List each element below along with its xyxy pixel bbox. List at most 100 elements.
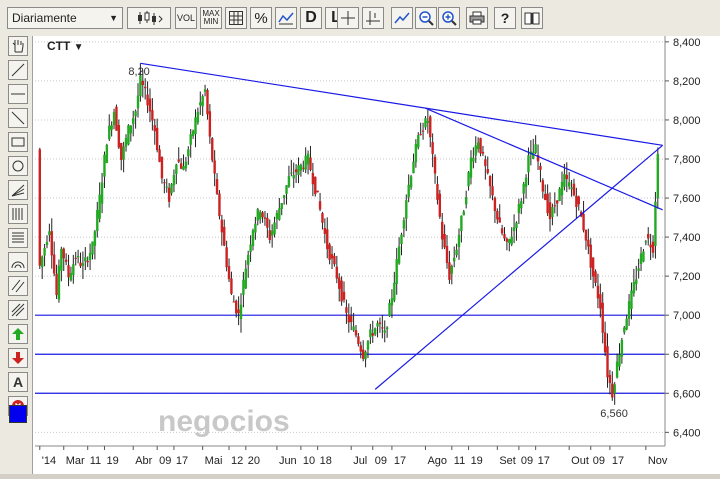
candle-body [184, 161, 188, 169]
candle-body [405, 200, 408, 219]
candle-body [223, 226, 226, 246]
candle-body [366, 341, 370, 350]
down-arrow-tool-button[interactable] [8, 348, 28, 368]
candle-body [270, 230, 274, 236]
candlestick-chart-button[interactable] [127, 7, 171, 29]
candle-body [510, 236, 513, 245]
parallel-tool-button[interactable] [8, 300, 28, 320]
candle-body [603, 332, 607, 353]
candle-body [43, 247, 46, 256]
candle-body [326, 229, 329, 250]
horizontal-line-icon [11, 93, 25, 95]
candle-body [268, 230, 271, 241]
arc-tool-button[interactable] [8, 252, 28, 272]
rectangle-tool-button[interactable] [8, 132, 28, 152]
book-button[interactable] [521, 7, 543, 29]
fan-tool-button[interactable] [8, 180, 28, 200]
candle-body [524, 177, 528, 187]
candle-body [76, 255, 80, 258]
x-tick-label: 11 [454, 455, 465, 467]
candle-body [630, 290, 633, 309]
candle-body [390, 298, 394, 306]
candle-body [402, 220, 406, 229]
color-picker-button[interactable] [8, 404, 28, 424]
candle-body [551, 207, 554, 218]
y-axis: 8,400 8,200 8,000 7,800 7,600 7,400 7,200 7,000… [664, 36, 720, 474]
candle-body [429, 116, 432, 138]
candle-body [158, 149, 161, 162]
circle-tool-button[interactable] [8, 156, 28, 176]
candle-body [333, 256, 336, 265]
trend-icon [394, 12, 410, 24]
candle-body [84, 257, 87, 262]
x-tick-label: Jun [279, 455, 297, 467]
grid-button[interactable] [225, 7, 247, 29]
candle-body [541, 180, 545, 192]
candle-body [484, 159, 487, 167]
candle-body [505, 238, 509, 242]
candle-body [208, 111, 212, 137]
chart-panel[interactable]: negocios 8,20 6,560 8,400 8,200 8,000 7,800 7… [33, 36, 720, 474]
symbol-label[interactable]: CTT ▼ [47, 39, 84, 53]
line-chart-button[interactable] [275, 7, 297, 29]
d-button[interactable]: D [300, 7, 322, 29]
circle-icon [12, 160, 24, 172]
x-tick-label: 17 [394, 455, 406, 467]
candle-body [651, 241, 655, 253]
candle-body [330, 254, 334, 259]
cursor-crosshair-button[interactable] [362, 7, 384, 29]
candle-body [328, 244, 331, 260]
candle-body [469, 157, 473, 178]
x-tick-label: Set [499, 455, 516, 467]
candle-body [206, 90, 209, 115]
candle-body [254, 223, 257, 233]
price-annotation-label: 8,20 [128, 66, 149, 78]
percent-button[interactable]: % [250, 7, 272, 29]
candle-body [141, 80, 144, 86]
candle-body [112, 111, 116, 126]
candle-body [577, 196, 580, 205]
maxmin-button[interactable]: MAX MIN [200, 7, 222, 29]
crosshair-button[interactable] [337, 7, 359, 29]
candle-body [548, 202, 552, 220]
volume-button[interactable]: VOL [175, 7, 197, 29]
candle-body [225, 247, 228, 268]
help-button[interactable]: ? [494, 7, 516, 29]
candle-body [62, 248, 65, 259]
candles [38, 63, 660, 405]
candle-body [239, 304, 243, 320]
maxmin-label-bottom: MIN [203, 17, 219, 26]
candle-body [55, 273, 58, 296]
trend-button[interactable] [391, 7, 413, 29]
grid-lines-tool-button[interactable] [8, 228, 28, 248]
print-button[interactable] [466, 7, 488, 29]
candle-body [199, 102, 202, 106]
channel-tool-button[interactable] [8, 276, 28, 296]
candle-body [520, 201, 523, 209]
candle-body [611, 383, 614, 398]
candle-body [476, 142, 480, 150]
candle-body [397, 246, 401, 264]
zoom-in-button[interactable] [438, 7, 460, 29]
candle-body [369, 329, 372, 338]
y-tick-label: 7,800 [673, 154, 701, 166]
diagonal-line-tool-button[interactable] [8, 108, 28, 128]
period-select[interactable]: Diariamente ▼ [7, 7, 123, 29]
zoom-out-button[interactable] [415, 7, 437, 29]
line-tool-button[interactable] [8, 60, 28, 80]
horizontal-line-tool-button[interactable] [8, 84, 28, 104]
candle-body [134, 111, 137, 117]
candle-body [294, 169, 298, 173]
drawing-tools-sidebar: A [0, 36, 33, 474]
text-tool-button[interactable]: A [8, 372, 28, 392]
candle-body [647, 233, 650, 239]
fibonacci-tool-button[interactable] [8, 204, 28, 224]
candle-body [448, 262, 451, 280]
candle-body [72, 264, 75, 275]
candle-body [120, 142, 123, 160]
x-tick-label: 17 [612, 455, 624, 467]
up-arrow-tool-button[interactable] [8, 324, 28, 344]
hand-tool-button[interactable] [8, 36, 28, 56]
line-chart-icon [278, 12, 294, 25]
x-tick-label: Nov [648, 455, 668, 467]
